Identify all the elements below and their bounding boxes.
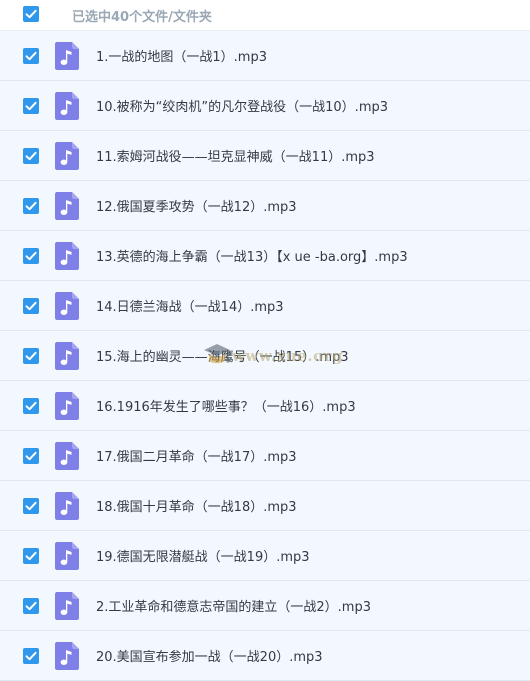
music-file-icon: [55, 542, 79, 570]
file-checkbox[interactable]: [23, 648, 39, 664]
file-name: 18.俄国十月革命（一战18）.mp3: [96, 500, 297, 515]
selection-count-text: 已选中40个文件/文件夹: [72, 10, 212, 25]
file-checkbox[interactable]: [23, 298, 39, 314]
file-checkbox[interactable]: [23, 348, 39, 364]
file-row[interactable]: 18.俄国十月革命（一战18）.mp3: [0, 481, 530, 531]
file-row[interactable]: 2.工业革命和德意志帝国的建立（一战2）.mp3: [0, 581, 530, 631]
file-row[interactable]: 15.海上的幽灵——海鹰号（一战15）.mp3: [0, 331, 530, 381]
file-name: 13.英德的海上争霸（一战13）【x ue -ba.org】.mp3: [96, 250, 408, 265]
file-row[interactable]: 19.德国无限潜艇战（一战19）.mp3: [0, 531, 530, 581]
file-checkbox[interactable]: [23, 198, 39, 214]
checkmark-icon: [25, 201, 37, 211]
music-file-icon: [55, 342, 79, 370]
file-row[interactable]: 17.俄国二月革命（一战17）.mp3: [0, 431, 530, 481]
checkmark-icon: [25, 101, 37, 111]
file-name: 1.一战的地图（一战1）.mp3: [96, 50, 267, 65]
file-checkbox[interactable]: [23, 248, 39, 264]
checkmark-icon: [25, 551, 37, 561]
music-file-icon: [55, 42, 79, 70]
music-file-icon: [55, 442, 79, 470]
checkmark-icon: [25, 601, 37, 611]
file-checkbox[interactable]: [23, 148, 39, 164]
file-checkbox[interactable]: [23, 98, 39, 114]
file-checkbox[interactable]: [23, 398, 39, 414]
file-name: 14.日德兰海战（一战14）.mp3: [96, 300, 284, 315]
music-file-icon: [55, 642, 79, 670]
file-checkbox[interactable]: [23, 598, 39, 614]
music-file-icon: [55, 92, 79, 120]
music-file-icon: [55, 242, 79, 270]
checkmark-icon: [25, 9, 37, 19]
file-name: 11.索姆河战役——坦克显神威（一战11）.mp3: [96, 150, 375, 165]
file-name: 20.美国宣布参加一战（一战20）.mp3: [96, 650, 323, 665]
checkmark-icon: [25, 501, 37, 511]
checkmark-icon: [25, 151, 37, 161]
music-file-icon: [55, 492, 79, 520]
checkmark-icon: [25, 651, 37, 661]
file-checkbox[interactable]: [23, 448, 39, 464]
checkmark-icon: [25, 351, 37, 361]
file-row[interactable]: 14.日德兰海战（一战14）.mp3: [0, 281, 530, 331]
file-checkbox[interactable]: [23, 548, 39, 564]
file-name: 10.被称为“绞肉机”的凡尔登战役（一战10）.mp3: [96, 100, 389, 115]
file-checkbox[interactable]: [23, 498, 39, 514]
checkmark-icon: [25, 301, 37, 311]
checkmark-icon: [25, 451, 37, 461]
checkmark-icon: [25, 51, 37, 61]
music-file-icon: [55, 292, 79, 320]
file-row[interactable]: 1.一战的地图（一战1）.mp3: [0, 31, 530, 81]
file-name: 12.俄国夏季攻势（一战12）.mp3: [96, 200, 297, 215]
checkmark-icon: [25, 401, 37, 411]
file-row[interactable]: 10.被称为“绞肉机”的凡尔登战役（一战10）.mp3: [0, 81, 530, 131]
file-row[interactable]: 12.俄国夏季攻势（一战12）.mp3: [0, 181, 530, 231]
file-row[interactable]: 13.英德的海上争霸（一战13）【x ue -ba.org】.mp3: [0, 231, 530, 281]
file-list-screen: 已选中40个文件/文件夹 1.一战的地图（一战1）.mp3 10.被称为“绞肉机”…: [0, 0, 530, 681]
file-name: 17.俄国二月革命（一战17）.mp3: [96, 450, 297, 465]
file-row[interactable]: 16.1916年发生了哪些事？（一战16）.mp3: [0, 381, 530, 431]
file-name: 19.德国无限潜艇战（一战19）.mp3: [96, 550, 310, 565]
file-name: 2.工业革命和德意志帝国的建立（一战2）.mp3: [96, 600, 371, 615]
file-row[interactable]: 11.索姆河战役——坦克显神威（一战11）.mp3: [0, 131, 530, 181]
file-name: 16.1916年发生了哪些事？（一战16）.mp3: [96, 400, 356, 415]
file-row[interactable]: 20.美国宣布参加一战（一战20）.mp3: [0, 631, 530, 681]
selection-header: 已选中40个文件/文件夹: [0, 0, 530, 31]
music-file-icon: [55, 142, 79, 170]
select-all-checkbox[interactable]: [23, 6, 39, 22]
file-name: 15.海上的幽灵——海鹰号（一战15）.mp3: [96, 350, 349, 365]
checkmark-icon: [25, 251, 37, 261]
music-file-icon: [55, 392, 79, 420]
file-checkbox[interactable]: [23, 48, 39, 64]
music-file-icon: [55, 192, 79, 220]
music-file-icon: [55, 592, 79, 620]
